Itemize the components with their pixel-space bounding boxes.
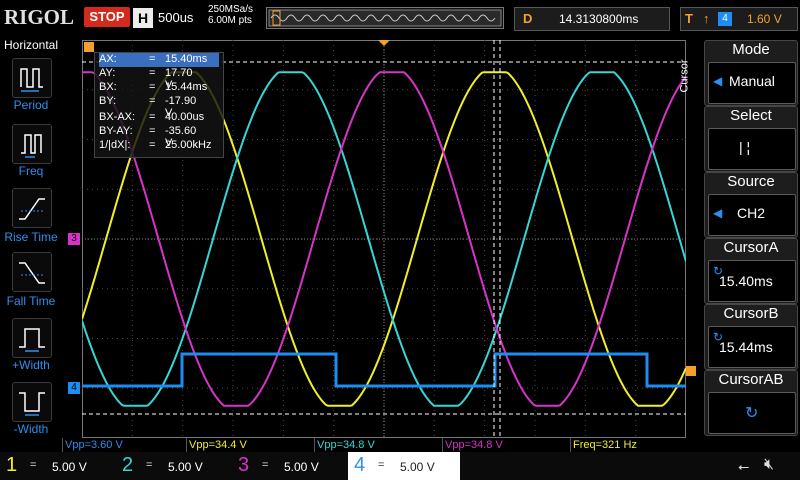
channel-4-status[interactable]: 4 = 5.00 V <box>348 452 460 480</box>
delay-value: 14.3130800ms <box>559 12 639 26</box>
cursor-a-label: CursorA <box>723 239 779 256</box>
period-button[interactable] <box>12 58 52 98</box>
trigger-source: 4 <box>718 12 732 26</box>
measurement-bar: Vpp=3.60 V Vpp=34.4 V Vpp=34.8 V Vpp=34.… <box>62 438 686 452</box>
channel-bar: 1 = 5.00 V 2 = 5.00 V 3 = 5.00 V 4 = 5.0… <box>0 452 800 480</box>
knob-icon: ↻ <box>745 405 759 422</box>
neg-width-icon <box>19 392 45 416</box>
mode-value: Manual <box>729 73 775 89</box>
pos-width-label: +Width <box>12 358 50 372</box>
trigger-label: T <box>685 11 693 26</box>
mode-label: Mode <box>732 41 770 58</box>
readout-row-ax: AX: = 15.40ms <box>99 53 219 67</box>
neg-width-button[interactable] <box>12 382 52 422</box>
speaker-mute-icon[interactable]: 🔇︎ <box>764 456 774 474</box>
horizontal-menu-title: Horizontal <box>3 38 59 52</box>
cursor-a-softkey[interactable]: CursorA ↻ 15.40ms <box>704 238 798 304</box>
mode-softkey[interactable]: Mode ◀ Manual <box>704 40 798 106</box>
cursor-readout: AX: = 15.40ms AY: = 17.70 V BX: = 15.44ms BY: =… <box>94 52 224 158</box>
memory-depth: 6.00M pts <box>208 15 252 26</box>
trigger-time-marker <box>378 40 390 46</box>
freq-label: Freq <box>18 164 44 178</box>
channel-1-coupling-icon: = <box>30 459 37 471</box>
delay-label: D <box>523 11 533 26</box>
cursor-a-value: 15.40ms <box>719 273 773 289</box>
channel-2-coupling-icon: = <box>146 459 153 471</box>
measurement-ch2-vpp[interactable]: Vpp=34.8 V <box>314 438 445 452</box>
channel-2-status[interactable]: 2 = 5.00 V <box>116 452 228 480</box>
channel-3-scale: 5.00 V <box>284 460 319 474</box>
brand-logo: RIGOL <box>4 5 75 29</box>
channel-3-number: 3 <box>238 454 250 476</box>
horizontal-badge[interactable]: H <box>133 8 153 28</box>
ch4-offset-marker[interactable]: 4 <box>68 382 80 394</box>
selector-arrow-icon: ◀ <box>713 74 723 88</box>
source-label: Source <box>727 173 775 190</box>
fall-time-icon <box>19 262 45 284</box>
timebase-value[interactable]: 500us <box>158 10 193 25</box>
select-value-box: | ¦ <box>708 128 796 170</box>
measurement-ch1-freq[interactable]: Freq=321 Hz <box>570 438 685 452</box>
channel-3-coupling-icon: = <box>262 459 269 471</box>
horizontal-menu: Horizontal Period Freq Rise Time Fall Ti… <box>0 36 62 450</box>
cursor-b-value-box: ↻ 15.44ms <box>708 326 796 368</box>
measurement-ch3-vpp[interactable]: Vpp=34.8 V <box>442 438 573 452</box>
cursor-menu-tab: Cursor <box>678 59 691 93</box>
select-softkey[interactable]: Select | ¦ <box>704 106 798 172</box>
cursor-b-value: 15.44ms <box>719 339 773 355</box>
select-label: Select <box>730 107 772 124</box>
rise-time-button[interactable] <box>12 188 52 228</box>
usb-icon: ⭠ <box>738 458 750 474</box>
channel-1-number: 1 <box>6 454 18 476</box>
trigger-readout[interactable]: T ↑ 4 1.60 V <box>680 7 798 31</box>
channel-1-scale: 5.00 V <box>52 460 87 474</box>
trigger-level-marker[interactable] <box>686 366 696 376</box>
delay-readout[interactable]: D 14.3130800ms <box>514 7 670 31</box>
rise-time-label: Rise Time <box>4 230 58 244</box>
period-label: Period <box>13 98 49 112</box>
period-icon <box>20 68 43 92</box>
cursor-menu: Mode ◀ Manual Select | ¦ Source ◀ CH2 Cu… <box>704 40 798 444</box>
cursor-b-softkey[interactable]: CursorB ↻ 15.44ms <box>704 304 798 370</box>
trigger-position-marker[interactable] <box>84 42 94 52</box>
pos-width-button[interactable] <box>12 318 52 358</box>
source-value: CH2 <box>737 205 766 221</box>
top-bar: RIGOL STOP H 500us 250MSa/s 6.00M pts D … <box>0 0 800 36</box>
ch3-offset-marker[interactable]: 3 <box>68 233 80 245</box>
freq-button[interactable] <box>12 124 52 164</box>
measurement-ch1-vpp[interactable]: Vpp=34.4 V <box>186 438 317 452</box>
cursor-ab-value-box: ↻ <box>708 392 796 434</box>
fall-time-button[interactable] <box>12 252 52 292</box>
fall-time-label: Fall Time <box>6 294 56 308</box>
rise-time-icon <box>19 198 45 220</box>
source-value-box: ◀ CH2 <box>708 194 796 236</box>
channel-2-number: 2 <box>122 454 134 476</box>
selector-arrow-icon: ◀ <box>713 206 723 220</box>
cursor-ab-label: CursorAB <box>718 371 784 388</box>
channel-2-scale: 5.00 V <box>168 460 203 474</box>
channel-4-coupling-icon: = <box>378 459 385 471</box>
run-stop-button[interactable]: STOP <box>84 7 130 27</box>
rising-edge-icon: ↑ <box>703 11 710 26</box>
channel-1-status[interactable]: 1 = 5.00 V <box>0 452 112 480</box>
memory-overview-waveform <box>268 9 502 27</box>
cursor-b-label: CursorB <box>723 305 779 322</box>
cursor-ab-softkey[interactable]: CursorAB ↻ <box>704 370 798 436</box>
channel-3-status[interactable]: 3 = 5.00 V <box>232 452 344 480</box>
trigger-level: 1.60 V <box>747 12 782 26</box>
source-softkey[interactable]: Source ◀ CH2 <box>704 172 798 238</box>
mode-value-box: ◀ Manual <box>708 62 796 104</box>
memory-overview-strip[interactable] <box>266 7 504 29</box>
acquisition-info: 250MSa/s 6.00M pts <box>208 4 253 26</box>
cursor-a-value-box: ↻ 15.40ms <box>708 260 796 302</box>
freq-icon <box>21 134 42 158</box>
neg-width-label: -Width <box>13 422 49 436</box>
measurement-ch4-vpp[interactable]: Vpp=3.60 V <box>62 438 189 452</box>
sample-rate: 250MSa/s <box>208 4 254 15</box>
select-value: | ¦ <box>739 139 751 155</box>
channel-4-scale: 5.00 V <box>400 460 435 474</box>
pos-width-icon <box>19 328 45 352</box>
channel-4-number: 4 <box>354 454 366 476</box>
